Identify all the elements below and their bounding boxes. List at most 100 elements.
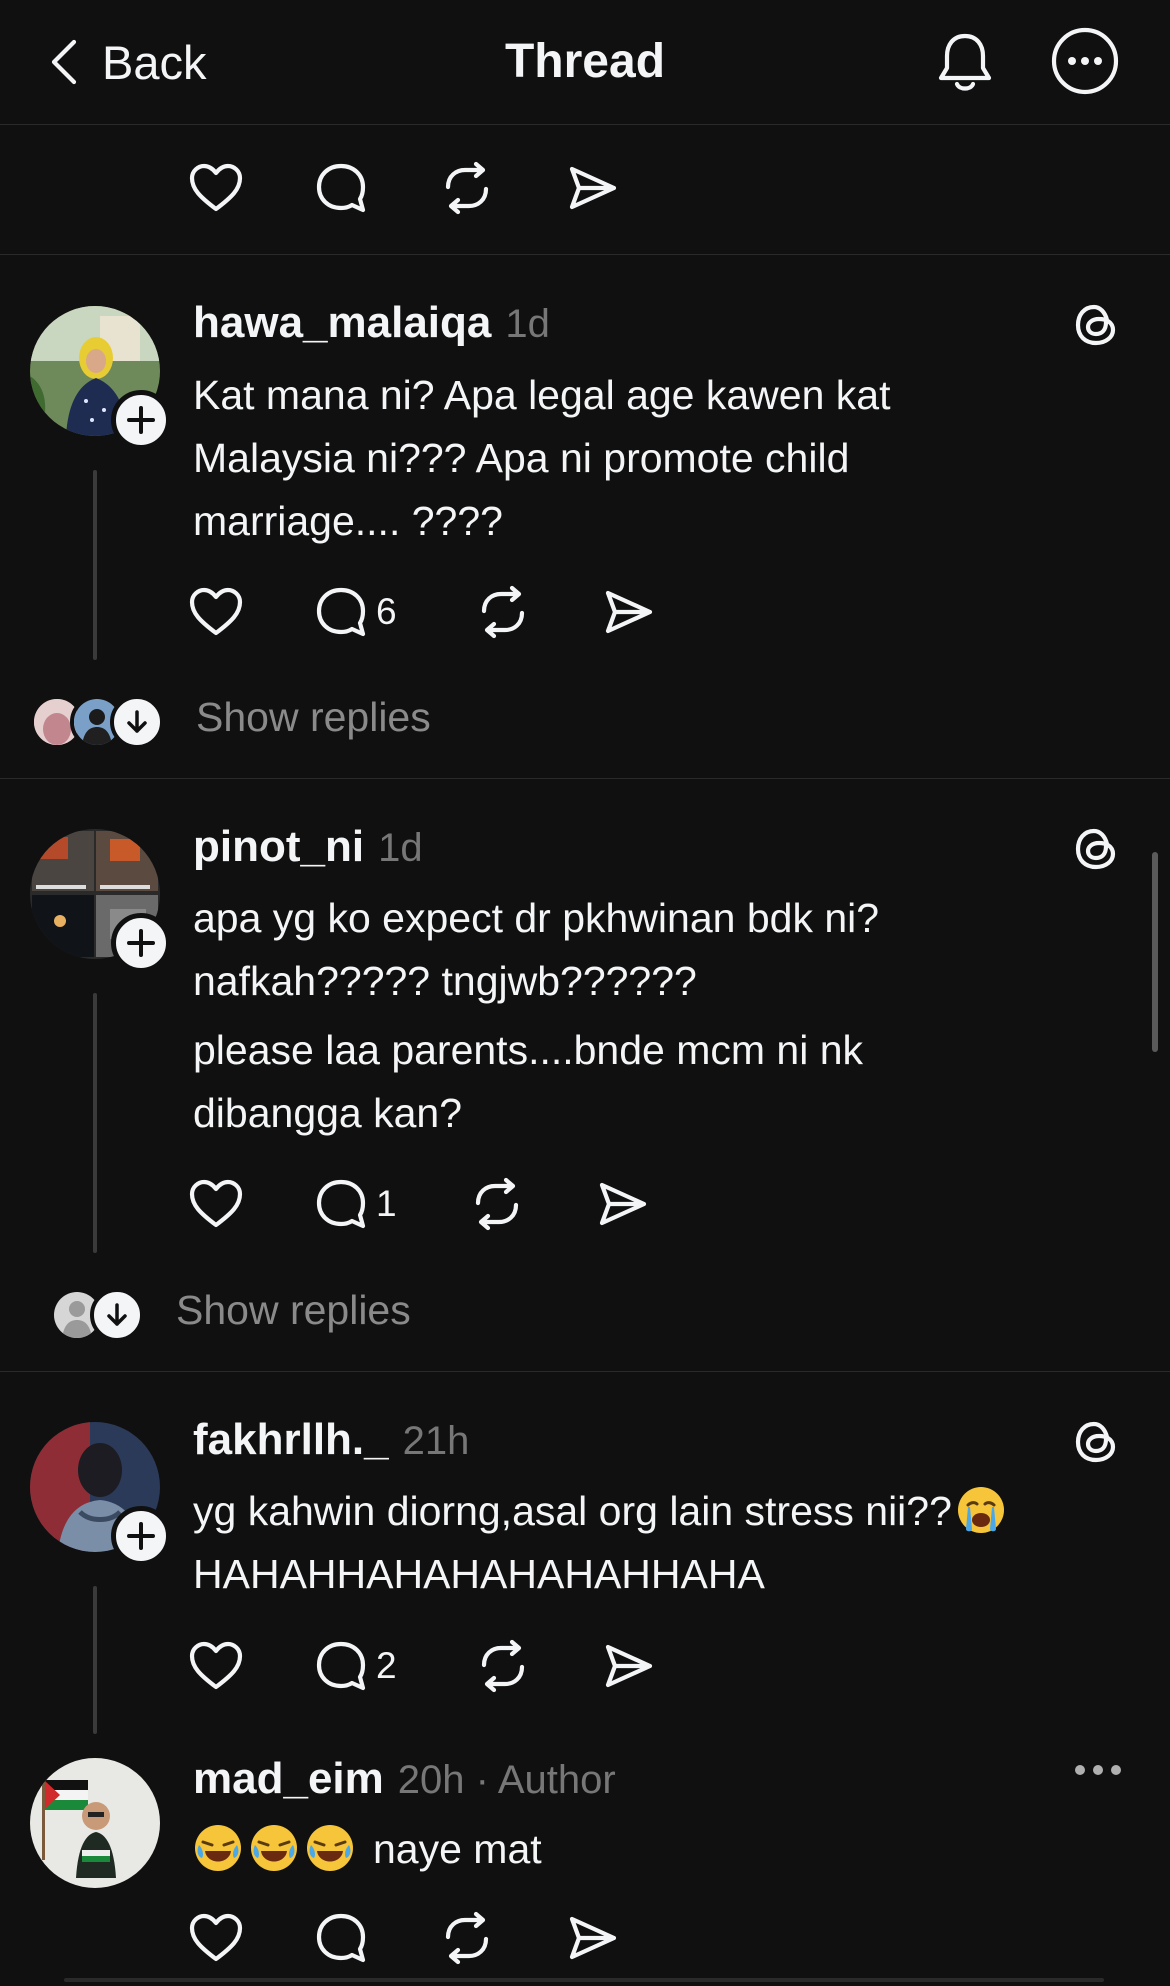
share-button[interactable] bbox=[566, 1908, 646, 1968]
repost-icon bbox=[475, 1177, 519, 1231]
thread-line bbox=[93, 470, 97, 660]
post-text-line: yg kahwin diorng,asal org lain stress ni… bbox=[193, 1488, 952, 1534]
divider bbox=[0, 254, 1170, 255]
arrow-down-icon bbox=[107, 1303, 127, 1326]
like-button[interactable] bbox=[188, 1174, 314, 1234]
divider bbox=[0, 1371, 1170, 1372]
threads-logo-icon[interactable] bbox=[1072, 1417, 1122, 1467]
repost-icon bbox=[481, 585, 525, 639]
top-bar: Back Thread bbox=[0, 0, 1170, 125]
post-header: hawa_malaiqa 1d bbox=[193, 298, 550, 348]
username[interactable]: mad_eim bbox=[193, 1754, 384, 1804]
post-text-line: naye mat bbox=[373, 1826, 542, 1872]
share-button[interactable] bbox=[602, 582, 682, 642]
thread-line bbox=[93, 993, 97, 1253]
timestamp: 1d bbox=[505, 302, 550, 346]
crying-face-emoji-icon bbox=[957, 1487, 1004, 1533]
like-button[interactable] bbox=[188, 158, 314, 218]
back-button[interactable]: Back bbox=[46, 30, 207, 94]
laughing-face-emoji-icon bbox=[195, 1825, 241, 1871]
bell-icon[interactable] bbox=[932, 28, 998, 94]
post-text: apa yg ko expect dr pkhwinan bdk ni? naf… bbox=[193, 895, 880, 1004]
like-button[interactable] bbox=[188, 1908, 314, 1968]
post-text: Kat mana ni? Apa legal age kawen kat Mal… bbox=[193, 372, 891, 544]
post-actions: 6 bbox=[188, 582, 682, 642]
repost-button[interactable] bbox=[476, 1636, 602, 1696]
show-replies-toggle[interactable] bbox=[90, 1288, 144, 1342]
reply-count: 1 bbox=[376, 1183, 397, 1224]
send-icon bbox=[605, 590, 653, 634]
send-icon bbox=[605, 1644, 653, 1688]
follow-button[interactable] bbox=[111, 913, 171, 973]
repost-icon bbox=[481, 1639, 525, 1693]
timestamp: 20h · Author bbox=[397, 1758, 616, 1802]
reply-count: 2 bbox=[376, 1645, 397, 1686]
comment-icon bbox=[316, 1179, 366, 1229]
threads-logo-icon[interactable] bbox=[1072, 824, 1122, 874]
post-text: please laa parents....bnde mcm ni nk dib… bbox=[193, 1027, 864, 1136]
bottom-edge bbox=[64, 1978, 1104, 1982]
show-replies-toggle[interactable] bbox=[110, 695, 164, 749]
follow-button[interactable] bbox=[111, 1506, 171, 1566]
chevron-left-icon bbox=[51, 39, 77, 85]
heart-icon bbox=[189, 1179, 243, 1228]
send-icon bbox=[569, 1916, 617, 1960]
reply-count: 6 bbox=[376, 591, 397, 632]
timestamp: 21h bbox=[402, 1419, 470, 1463]
plus-icon bbox=[127, 929, 155, 957]
comment-icon bbox=[316, 163, 366, 213]
post-actions: 1 bbox=[188, 1174, 676, 1234]
follow-button[interactable] bbox=[111, 390, 171, 450]
plus-icon bbox=[127, 406, 155, 434]
heart-icon bbox=[189, 1641, 243, 1690]
divider bbox=[0, 778, 1170, 779]
more-options-icon[interactable] bbox=[1050, 26, 1120, 96]
share-button[interactable] bbox=[566, 158, 646, 218]
heart-icon bbox=[189, 1913, 243, 1962]
repost-button[interactable] bbox=[476, 582, 602, 642]
post-header: mad_eim 20h · Author bbox=[193, 1754, 616, 1804]
show-replies-link[interactable]: Show replies bbox=[176, 1287, 411, 1334]
show-replies-link[interactable]: Show replies bbox=[196, 694, 431, 741]
like-button[interactable] bbox=[188, 582, 314, 642]
more-icon[interactable] bbox=[1072, 1760, 1124, 1780]
repost-icon bbox=[445, 161, 489, 215]
post-text: naye mat bbox=[193, 1818, 1113, 1881]
comment-button[interactable]: 6 bbox=[314, 582, 476, 642]
post-header: pinot_ni 1d bbox=[193, 822, 423, 872]
username[interactable]: hawa_malaiqa bbox=[193, 298, 491, 348]
post-text: HAHAHHAHAHAHAHAHHAHA bbox=[193, 1551, 765, 1597]
username[interactable]: fakhrllh._ bbox=[193, 1415, 389, 1465]
post-text: yg kahwin diorng,asal org lain stress ni… bbox=[193, 1480, 1113, 1543]
send-icon bbox=[569, 166, 617, 210]
post-actions bbox=[188, 1908, 646, 1968]
repost-button[interactable] bbox=[440, 158, 566, 218]
comment-icon bbox=[316, 1641, 366, 1691]
laughing-face-emoji-icon bbox=[251, 1825, 297, 1871]
like-button[interactable] bbox=[188, 1636, 314, 1696]
plus-icon bbox=[127, 1522, 155, 1550]
comment-button[interactable]: 2 bbox=[314, 1636, 476, 1696]
scrollbar[interactable] bbox=[1152, 852, 1158, 1052]
thread-line bbox=[93, 1586, 97, 1734]
comment-button[interactable] bbox=[314, 158, 440, 218]
heart-icon bbox=[189, 163, 243, 212]
share-button[interactable] bbox=[596, 1174, 676, 1234]
post-actions bbox=[188, 158, 646, 218]
send-icon bbox=[599, 1182, 647, 1226]
repost-icon bbox=[445, 1911, 489, 1965]
share-button[interactable] bbox=[602, 1636, 682, 1696]
avatar[interactable] bbox=[30, 1758, 160, 1888]
back-label: Back bbox=[102, 35, 207, 89]
comment-button[interactable] bbox=[314, 1908, 440, 1968]
repost-button[interactable] bbox=[440, 1908, 566, 1968]
heart-icon bbox=[189, 587, 243, 636]
arrow-down-icon bbox=[127, 710, 147, 733]
threads-logo-icon[interactable] bbox=[1072, 300, 1122, 350]
username[interactable]: pinot_ni bbox=[193, 822, 364, 872]
comment-icon bbox=[316, 1913, 366, 1963]
comment-icon bbox=[316, 587, 366, 637]
repost-button[interactable] bbox=[470, 1174, 596, 1234]
post-header: fakhrllh._ 21h bbox=[193, 1415, 469, 1465]
comment-button[interactable]: 1 bbox=[314, 1174, 470, 1234]
